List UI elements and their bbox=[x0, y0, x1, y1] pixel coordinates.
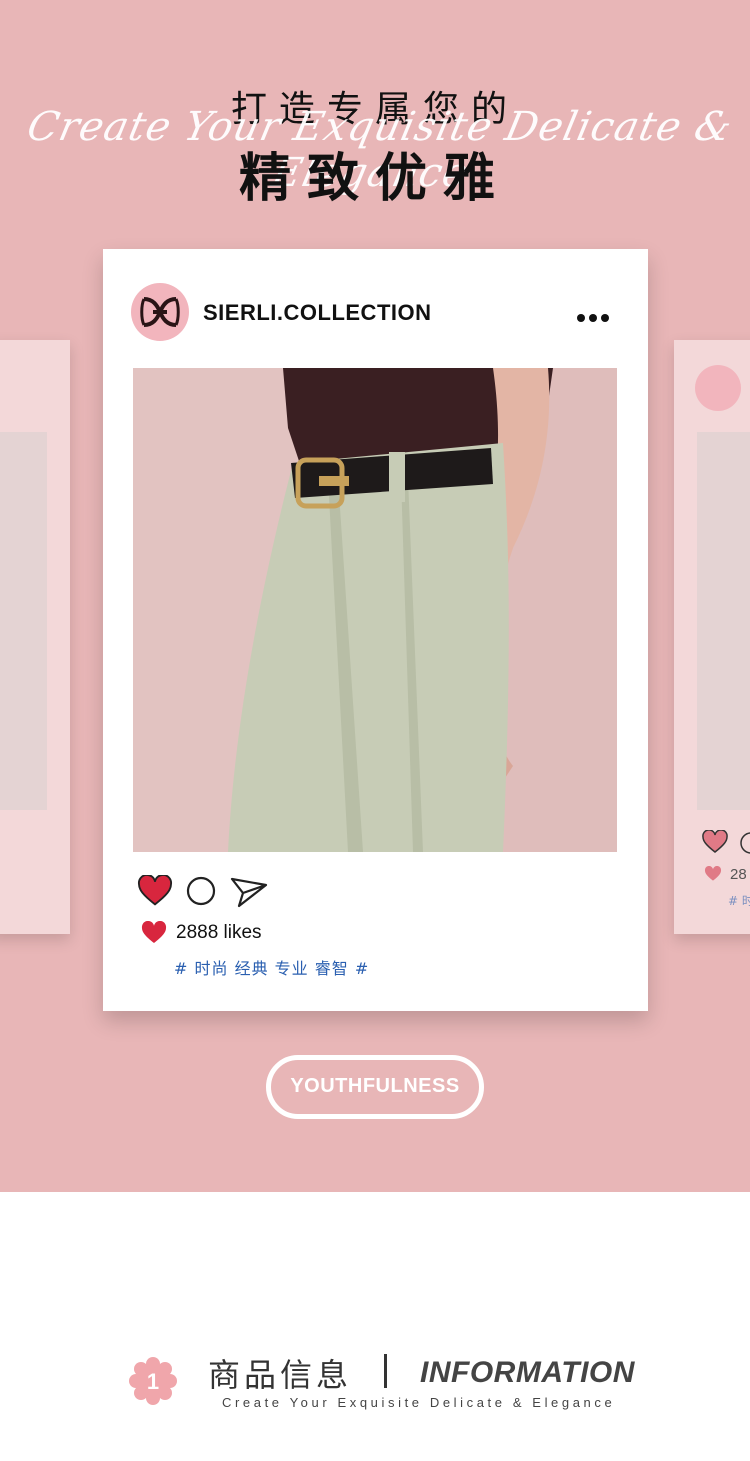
side-likes-fragment: 28 bbox=[730, 866, 747, 883]
heart-icon bbox=[702, 830, 728, 853]
info-section: 1 商品信息 INFORMATION Create Your Exquisite… bbox=[0, 1340, 750, 1430]
flower-badge-icon: 1 bbox=[129, 1357, 177, 1405]
side-tag-fragment: # 时 bbox=[728, 894, 750, 908]
avatar[interactable] bbox=[131, 283, 189, 341]
post-card: SIERLI.COLLECTION 2888 likes # 时尚 经典 专业 … bbox=[103, 249, 648, 1011]
likes-row: 2888 likes bbox=[141, 921, 401, 947]
share-icon[interactable] bbox=[229, 875, 269, 909]
post-actions bbox=[137, 873, 297, 913]
side-card-right: 28 # 时 bbox=[674, 340, 750, 934]
info-title-en: INFORMATION bbox=[420, 1356, 635, 1389]
info-title-cn: 商品信息 bbox=[208, 1356, 353, 1394]
username[interactable]: SIERLI.COLLECTION bbox=[203, 300, 432, 326]
heart-icon bbox=[704, 866, 722, 881]
comment-icon[interactable] bbox=[185, 875, 217, 907]
likes-count[interactable]: 2888 likes bbox=[176, 922, 262, 944]
badge-number: 1 bbox=[147, 1369, 159, 1394]
side-card-photo bbox=[0, 432, 47, 810]
headline-line2: 精致优雅 bbox=[238, 149, 511, 209]
logo-icon bbox=[140, 297, 180, 327]
youthfulness-button[interactable]: YOUTHFULNESS bbox=[266, 1055, 484, 1119]
title-divider bbox=[384, 1354, 387, 1388]
heart-icon[interactable] bbox=[137, 875, 173, 907]
comment-icon bbox=[740, 832, 750, 854]
side-card-left bbox=[0, 340, 70, 934]
pill-label: YOUTHFULNESS bbox=[290, 1075, 460, 1097]
info-subtitle: Create Your Exquisite Delicate & Eleganc… bbox=[222, 1395, 616, 1410]
more-icon[interactable] bbox=[577, 307, 613, 322]
heart-icon bbox=[141, 921, 167, 943]
post-photo bbox=[133, 368, 617, 852]
logo-icon bbox=[695, 365, 741, 411]
hashtags[interactable]: # 时尚 经典 专业 睿智 # bbox=[174, 955, 369, 979]
side-card-photo bbox=[697, 432, 750, 810]
hero-section: 打造专属您的 Create Your Exquisite Delicate & … bbox=[0, 0, 750, 1192]
